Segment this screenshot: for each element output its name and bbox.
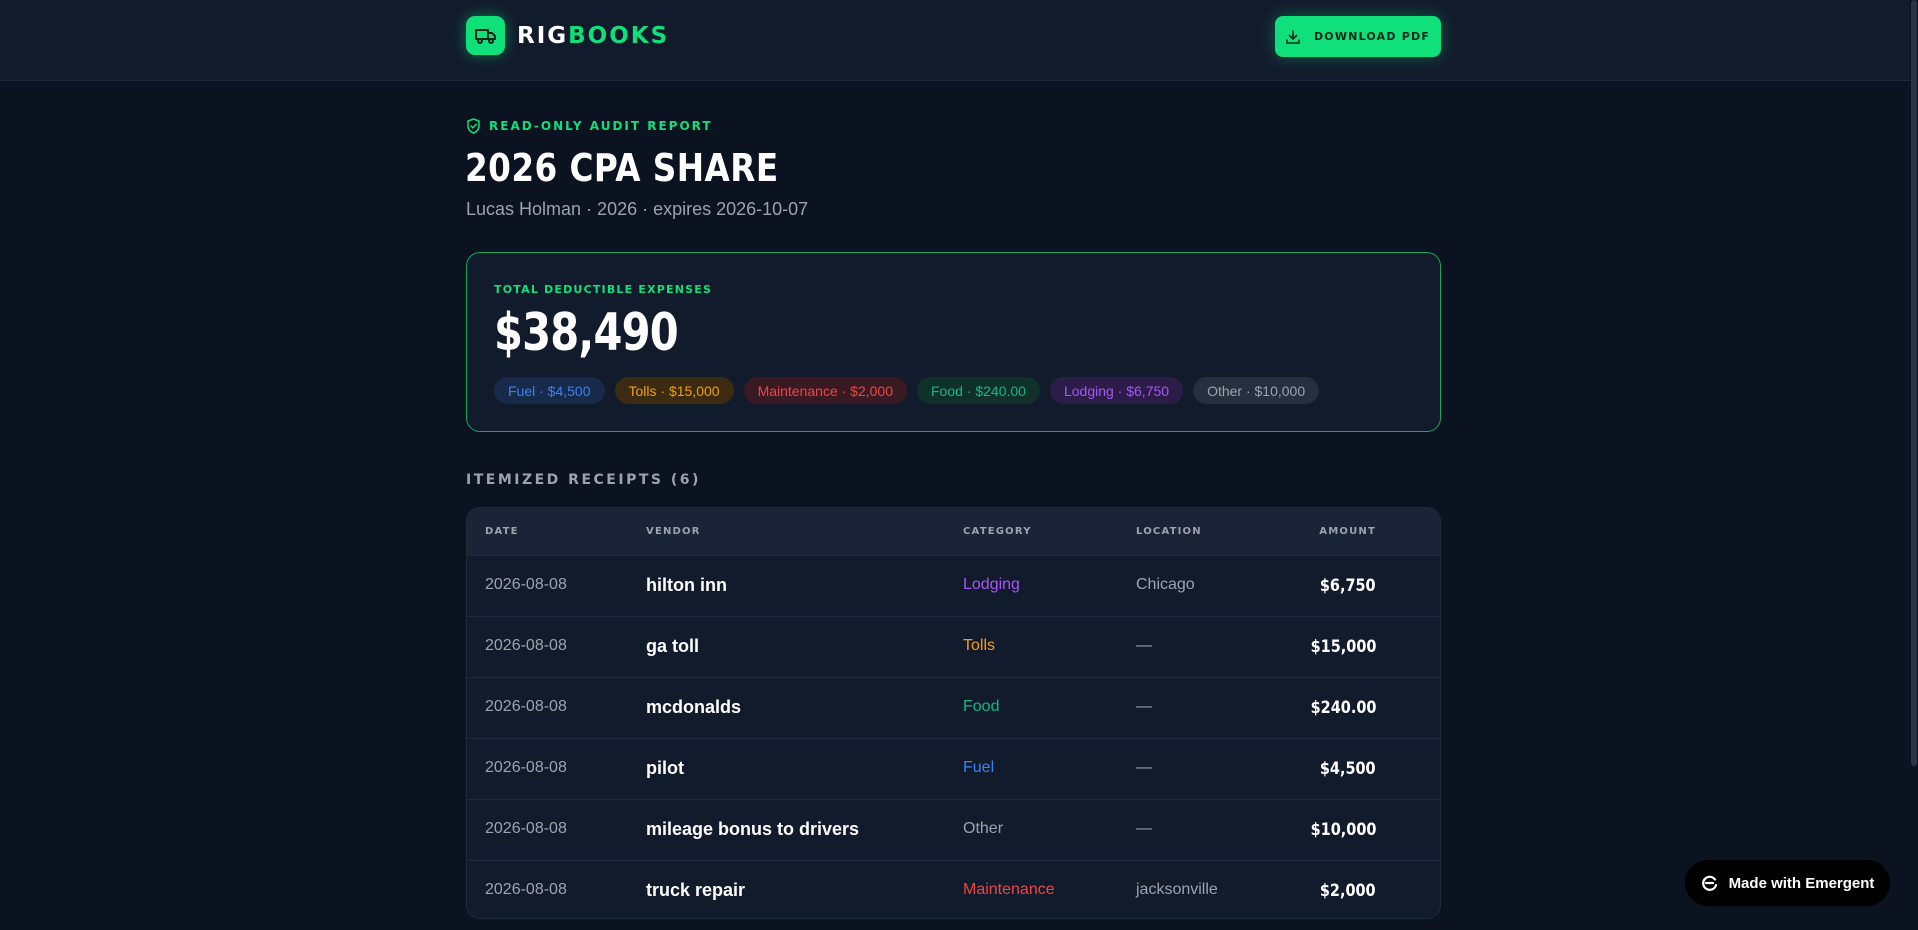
receipt-vendor: hilton inn xyxy=(646,575,727,595)
receipt-amount: $240.00 xyxy=(1310,698,1376,718)
receipt-category: Food xyxy=(963,698,1000,715)
category-chip: Fuel · $4,500 xyxy=(494,377,605,404)
download-icon xyxy=(1286,29,1300,44)
summary-label: TOTAL DEDUCTIBLE EXPENSES xyxy=(494,283,713,296)
shield-check-icon xyxy=(467,118,480,134)
made-with-emergent-label: Made with Emergent xyxy=(1728,874,1875,892)
category-chip: Other · $10,000 xyxy=(1193,377,1320,404)
receipt-category: Maintenance xyxy=(963,881,1055,898)
receipt-date: 2026-08-08 xyxy=(485,576,567,593)
column-header-vendor: VENDOR xyxy=(646,526,701,537)
table-row[interactable]: 2026-08-08 mileage bonus to drivers Other —… xyxy=(467,799,1440,860)
category-chip: Lodging · $6,750 xyxy=(1049,377,1184,404)
receipt-location: Chicago xyxy=(1136,576,1195,593)
receipt-amount: $6,750 xyxy=(1320,576,1376,596)
receipt-vendor: mcdonalds xyxy=(646,697,742,717)
receipt-amount: $2,000 xyxy=(1320,881,1376,901)
table-row[interactable]: 2026-08-08 hilton inn Lodging Chicago $6,750 xyxy=(467,555,1440,616)
download-pdf-label: DOWNLOAD PDF xyxy=(1313,30,1431,43)
receipt-category: Fuel xyxy=(963,759,995,776)
receipt-vendor: ga toll xyxy=(646,636,699,656)
category-chip: Food · $240.00 xyxy=(917,377,1040,404)
brand-name-part2: BOOKS xyxy=(568,22,670,49)
receipt-category: Tolls xyxy=(963,637,996,654)
category-chip: Tolls · $15,000 xyxy=(614,377,734,404)
receipt-date: 2026-08-08 xyxy=(485,637,567,654)
column-header-location: LOCATION xyxy=(1136,526,1202,537)
receipt-location: jacksonville xyxy=(1136,881,1218,898)
truck-icon xyxy=(466,16,505,55)
receipt-date: 2026-08-08 xyxy=(485,698,567,715)
receipt-category: Lodging xyxy=(963,576,1020,593)
receipt-amount: $15,000 xyxy=(1310,637,1376,657)
receipt-vendor: pilot xyxy=(646,758,684,778)
receipt-vendor: truck repair xyxy=(646,880,746,900)
receipt-category: Other xyxy=(963,820,1004,837)
page-title: 2026 CPA SHARE xyxy=(465,146,779,190)
table-row[interactable]: 2026-08-08 truck repair Maintenance jackson… xyxy=(467,860,1440,918)
made-with-emergent-badge[interactable]: Made with Emergent xyxy=(1685,860,1890,906)
column-header-amount: AMOUNT xyxy=(1319,526,1376,537)
page-subtitle: Lucas Holman · 2026 · expires 2026-10-07 xyxy=(466,199,809,219)
brand-name: RIGBOOKS xyxy=(517,23,669,49)
table-row[interactable]: 2026-08-08 ga toll Tolls — $15,000 xyxy=(467,616,1440,677)
category-chip: Maintenance · $2,000 xyxy=(743,377,907,404)
summary-card: TOTAL DEDUCTIBLE EXPENSES $38,490 Fuel ·… xyxy=(466,252,1441,432)
receipt-location: — xyxy=(1136,820,1152,837)
receipts-section-title: ITEMIZED RECEIPTS (6) xyxy=(466,472,701,488)
audit-badge: READ-ONLY AUDIT REPORT xyxy=(466,118,713,134)
brand-name-part1: RIG xyxy=(517,22,569,49)
top-bar: RIGBOOKS DOWNLOAD PDF xyxy=(0,0,1918,81)
receipt-location: — xyxy=(1136,759,1152,776)
table-header: DATE VENDOR CATEGORY LOCATION AMOUNT xyxy=(467,508,1440,555)
receipt-amount: $4,500 xyxy=(1320,759,1376,779)
receipt-date: 2026-08-08 xyxy=(485,881,567,898)
brand[interactable]: RIGBOOKS xyxy=(466,16,669,55)
table-row[interactable]: 2026-08-08 mcdonalds Food — $240.00 xyxy=(467,677,1440,738)
receipt-location: — xyxy=(1136,637,1152,654)
receipt-date: 2026-08-08 xyxy=(485,759,567,776)
download-pdf-button[interactable]: DOWNLOAD PDF xyxy=(1275,16,1441,57)
table-row[interactable]: 2026-08-08 pilot Fuel — $4,500 xyxy=(467,738,1440,799)
receipt-amount: $10,000 xyxy=(1310,820,1376,840)
scrollbar-thumb[interactable] xyxy=(1911,0,1917,766)
audit-badge-label: READ-ONLY AUDIT REPORT xyxy=(489,119,713,133)
receipts-table: DATE VENDOR CATEGORY LOCATION AMOUNT 202… xyxy=(466,507,1441,919)
summary-total: $38,490 xyxy=(494,303,679,363)
table-body: 2026-08-08 hilton inn Lodging Chicago $6,750… xyxy=(467,555,1440,918)
column-header-date: DATE xyxy=(485,526,519,537)
receipt-date: 2026-08-08 xyxy=(485,820,567,837)
receipt-location: — xyxy=(1136,698,1152,715)
receipt-vendor: mileage bonus to drivers xyxy=(646,819,860,839)
emergent-logo-icon xyxy=(1701,875,1717,891)
category-chips: Fuel · $4,500 Tolls · $15,000 Maintenance … xyxy=(494,377,1320,404)
column-header-category: CATEGORY xyxy=(963,526,1032,537)
